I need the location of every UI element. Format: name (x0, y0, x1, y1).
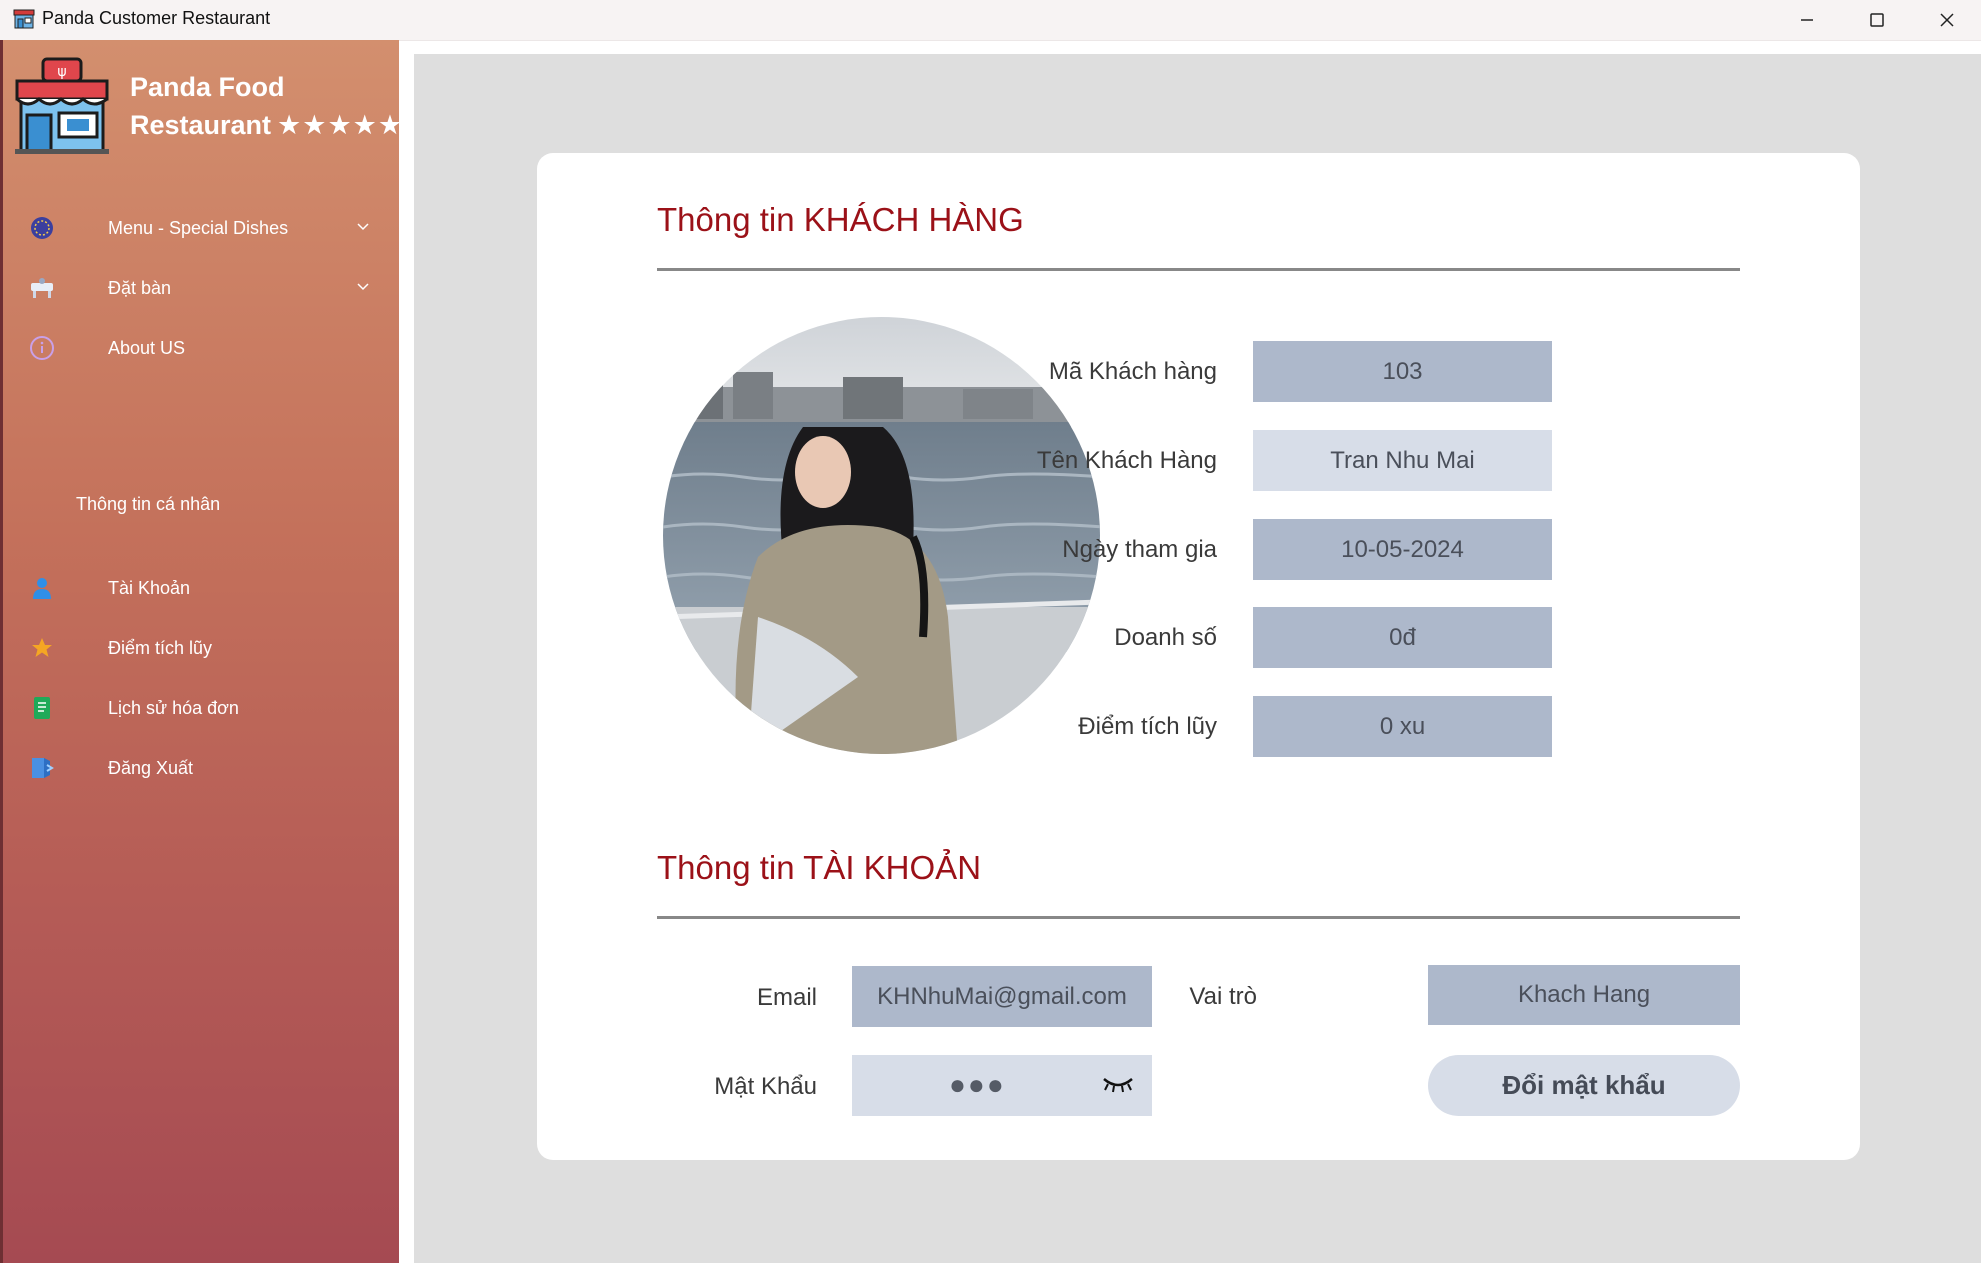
customer-id-field: 103 (1253, 341, 1552, 402)
sidebar-item-menu[interactable]: Menu - Special Dishes (28, 208, 383, 248)
sidebar-item-label: Lịch sử hóa đơn (108, 697, 239, 718)
chevron-down-icon (357, 223, 369, 231)
personal-info-section-label: Thông tin cá nhân (76, 494, 221, 514)
account-section-title: Thông tin TÀI KHOẢN (657, 849, 982, 886)
join-date-label: Ngày tham gia (1062, 536, 1217, 563)
customer-name-field[interactable]: Tran Nhu Mai (1253, 430, 1552, 491)
sidebar: ψ Panda Food Restaurant ★★★★★ Menu - Spec… (0, 40, 402, 1263)
sidebar-item-account[interactable]: Tài Khoản (28, 568, 383, 608)
password-label: Mật Khẩu (714, 1073, 817, 1100)
chevron-down-icon (357, 283, 369, 291)
receipt-icon (28, 694, 56, 722)
sidebar-item-points[interactable]: Điểm tích lũy (28, 628, 383, 668)
account-divider (657, 916, 1740, 919)
minimize-button[interactable] (1772, 0, 1842, 40)
minimize-icon (1801, 19, 1813, 21)
close-icon (1940, 13, 1954, 27)
customer-id-label: Mã Khách hàng (1048, 358, 1217, 385)
close-button[interactable] (1912, 0, 1981, 40)
email-label: Email (756, 984, 817, 1011)
sidebar-item-label: About US (108, 337, 186, 358)
profile-card: Thông tin KHÁCH HÀNG Mã Khách hàng 103 T… (537, 153, 1860, 1160)
maximize-button[interactable] (1842, 0, 1912, 40)
password-field[interactable]: ●●● (852, 1055, 1152, 1116)
brand-stars: ★★★★★ (277, 110, 404, 140)
user-icon (28, 574, 56, 602)
info-icon (28, 334, 56, 362)
change-password-button[interactable]: Đổi mật khẩu (1428, 1055, 1740, 1116)
role-label: Vai trò (1189, 983, 1257, 1010)
sidebar-item-label: Đặt bàn (108, 277, 172, 298)
customer-name-label: Tên Khách Hàng (1036, 447, 1217, 474)
brand-line2: Restaurant (130, 110, 272, 140)
svg-text:ψ: ψ (57, 64, 66, 80)
globe-icon (28, 214, 56, 242)
join-date-field: 10-05-2024 (1253, 519, 1552, 580)
brand-line1: Panda Food (130, 72, 285, 102)
brand-title: Panda Food Restaurant ★★★★★ (130, 68, 403, 144)
sales-field: 0đ (1253, 607, 1552, 668)
points-field: 0 xu (1253, 696, 1552, 757)
points-label: Điểm tích lũy (1078, 713, 1217, 740)
sidebar-item-logout[interactable]: Đăng Xuất (28, 748, 383, 788)
restaurant-logo: ψ (15, 57, 109, 154)
title-bar: Panda Customer Restaurant (0, 0, 1981, 41)
logout-icon (28, 754, 56, 782)
sidebar-item-invoice-history[interactable]: Lịch sử hóa đơn (28, 688, 383, 728)
role-field: Khach Hang (1428, 965, 1740, 1025)
sidebar-item-label: Tài Khoản (108, 577, 191, 598)
sidebar-item-label: Menu - Special Dishes (108, 217, 289, 238)
eye-closed-icon[interactable] (1102, 1075, 1134, 1095)
sidebar-item-booking[interactable]: Đặt bàn (28, 268, 383, 308)
restaurant-app-icon (13, 9, 35, 29)
sales-label: Doanh số (1114, 624, 1217, 651)
window-title: Panda Customer Restaurant (42, 8, 271, 28)
sidebar-item-label: Điểm tích lũy (108, 637, 213, 658)
star-icon (28, 634, 56, 662)
customer-divider (657, 268, 1740, 271)
sidebar-item-label: Đăng Xuất (108, 757, 194, 778)
table-icon (28, 274, 56, 302)
maximize-icon (1870, 13, 1884, 27)
password-mask: ●●● (949, 1069, 1006, 1100)
customer-section-title: Thông tin KHÁCH HÀNG (657, 201, 1024, 238)
sidebar-item-about[interactable]: About US (28, 328, 383, 368)
